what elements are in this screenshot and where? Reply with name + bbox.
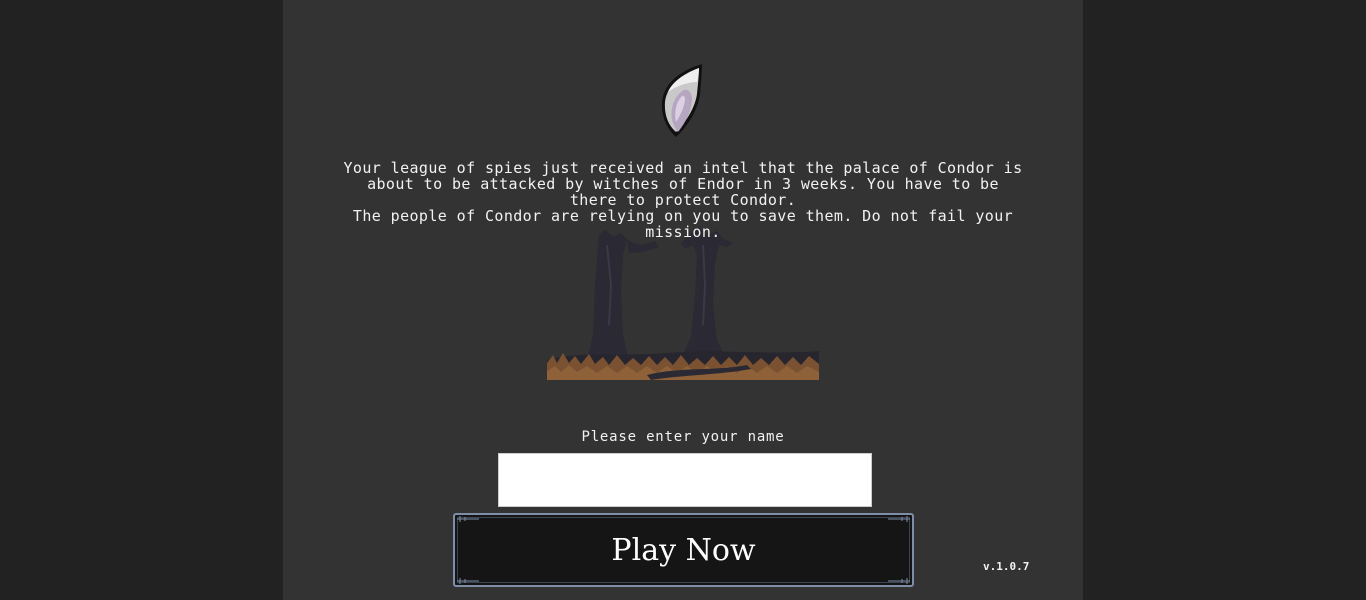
- play-now-button[interactable]: Play Now: [453, 513, 914, 587]
- play-now-label: Play Now: [611, 532, 756, 568]
- intro-line-2: The people of Condor are relying on you …: [352, 207, 1014, 241]
- corner-ornament-icon: [457, 516, 479, 522]
- name-input[interactable]: [498, 453, 872, 507]
- corner-ornament-icon: [888, 516, 910, 522]
- corner-ornament-icon: [888, 578, 910, 584]
- forest-trees-illustration: [547, 225, 819, 380]
- intro-text: Your league of spies just received an in…: [343, 160, 1023, 240]
- version-label: v.1.0.7: [983, 560, 1030, 573]
- name-label: Please enter your name: [581, 429, 785, 445]
- shield-leaf-icon: [661, 64, 702, 137]
- game-panel: Your league of spies just received an in…: [283, 0, 1083, 600]
- corner-ornament-icon: [457, 578, 479, 584]
- intro-line-1: Your league of spies just received an in…: [343, 159, 1023, 209]
